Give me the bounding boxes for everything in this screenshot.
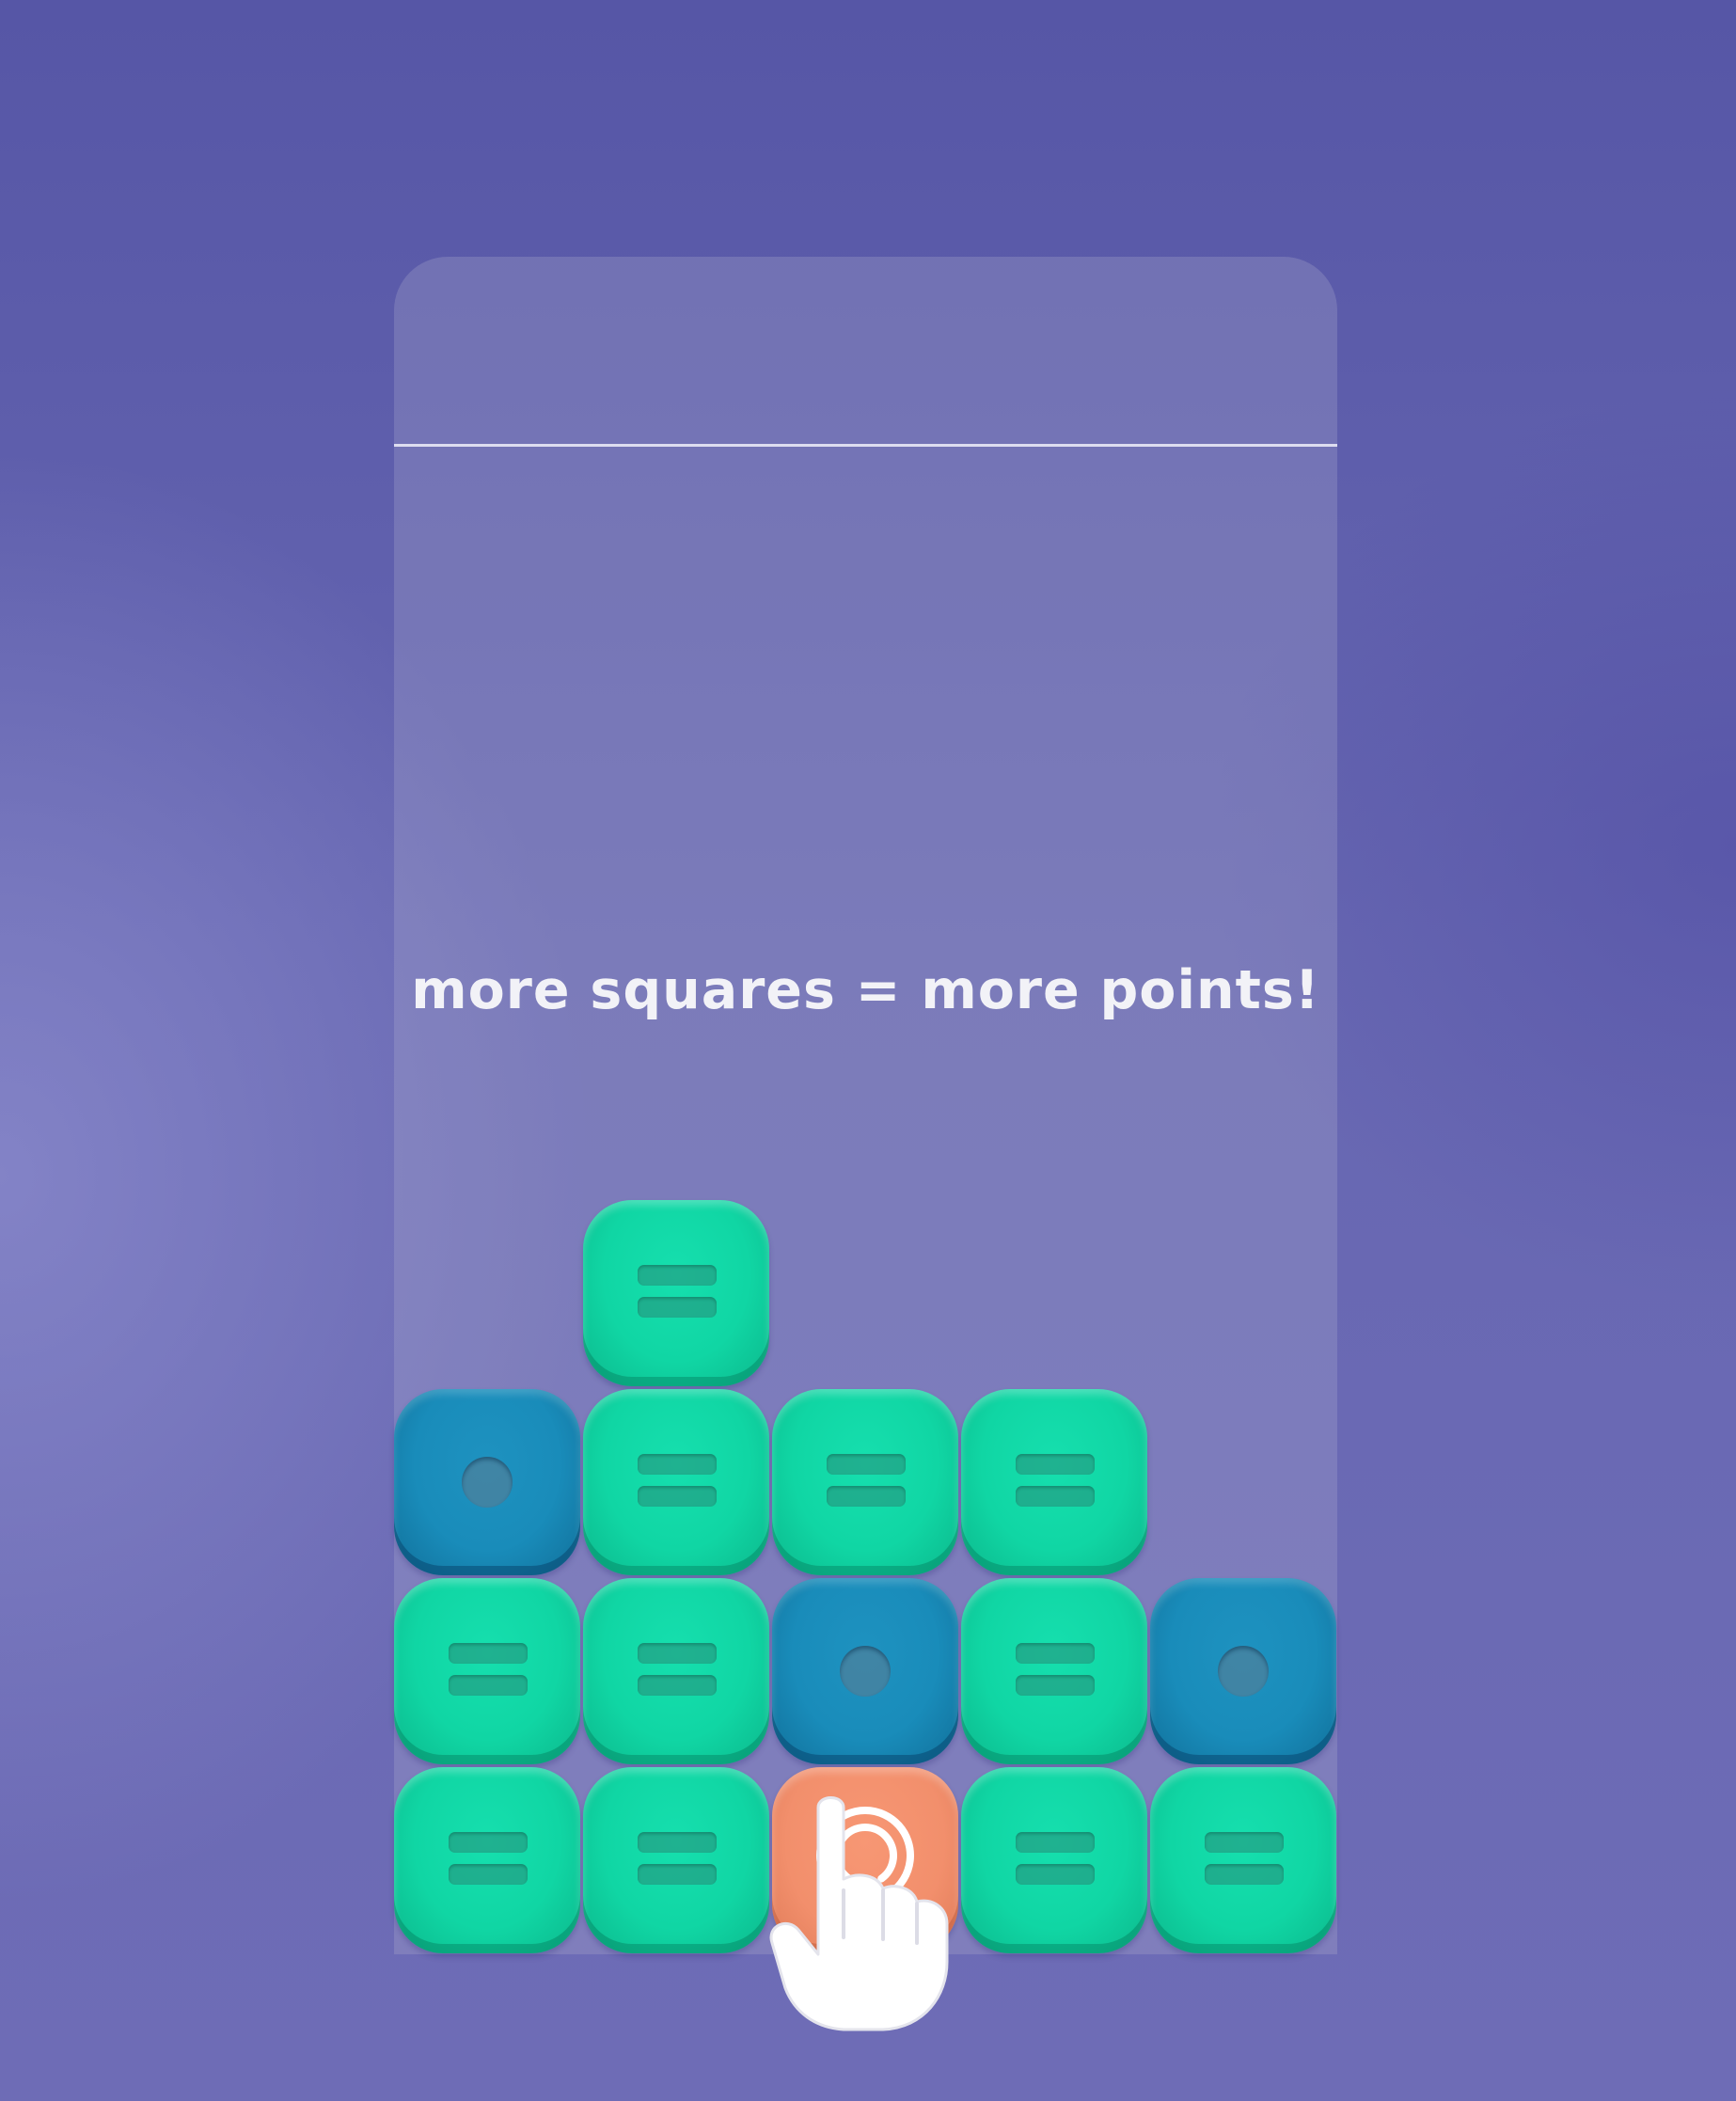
blue-tile[interactable]: [772, 1578, 958, 1764]
equals-icon: [638, 1454, 717, 1510]
green-tile[interactable]: [772, 1389, 958, 1575]
equals-icon: [638, 1832, 717, 1888]
green-tile[interactable]: [583, 1200, 769, 1386]
green-tile[interactable]: [394, 1578, 580, 1764]
equals-icon: [638, 1643, 717, 1699]
blue-tile[interactable]: [394, 1389, 580, 1575]
blue-tile[interactable]: [1150, 1578, 1336, 1764]
dot-icon: [840, 1646, 891, 1697]
dot-icon: [1218, 1646, 1269, 1697]
equals-icon: [638, 1265, 717, 1321]
green-tile[interactable]: [961, 1578, 1147, 1764]
equals-icon: [1016, 1832, 1095, 1888]
equals-icon: [449, 1832, 528, 1888]
green-tile[interactable]: [583, 1578, 769, 1764]
green-tile[interactable]: [961, 1767, 1147, 1953]
tap-hand-icon: [769, 1796, 949, 2031]
green-tile[interactable]: [583, 1389, 769, 1575]
green-tile[interactable]: [583, 1767, 769, 1953]
equals-icon: [827, 1454, 906, 1510]
equals-icon: [449, 1643, 528, 1699]
green-tile[interactable]: [394, 1767, 580, 1953]
equals-icon: [1016, 1643, 1095, 1699]
green-tile[interactable]: [1150, 1767, 1336, 1953]
equals-icon: [1205, 1832, 1284, 1888]
dot-icon: [462, 1457, 513, 1508]
equals-icon: [1016, 1454, 1095, 1510]
hint-text: more squares = more points!: [411, 959, 1320, 1021]
top-limit-line: [394, 444, 1337, 447]
green-tile[interactable]: [961, 1389, 1147, 1575]
